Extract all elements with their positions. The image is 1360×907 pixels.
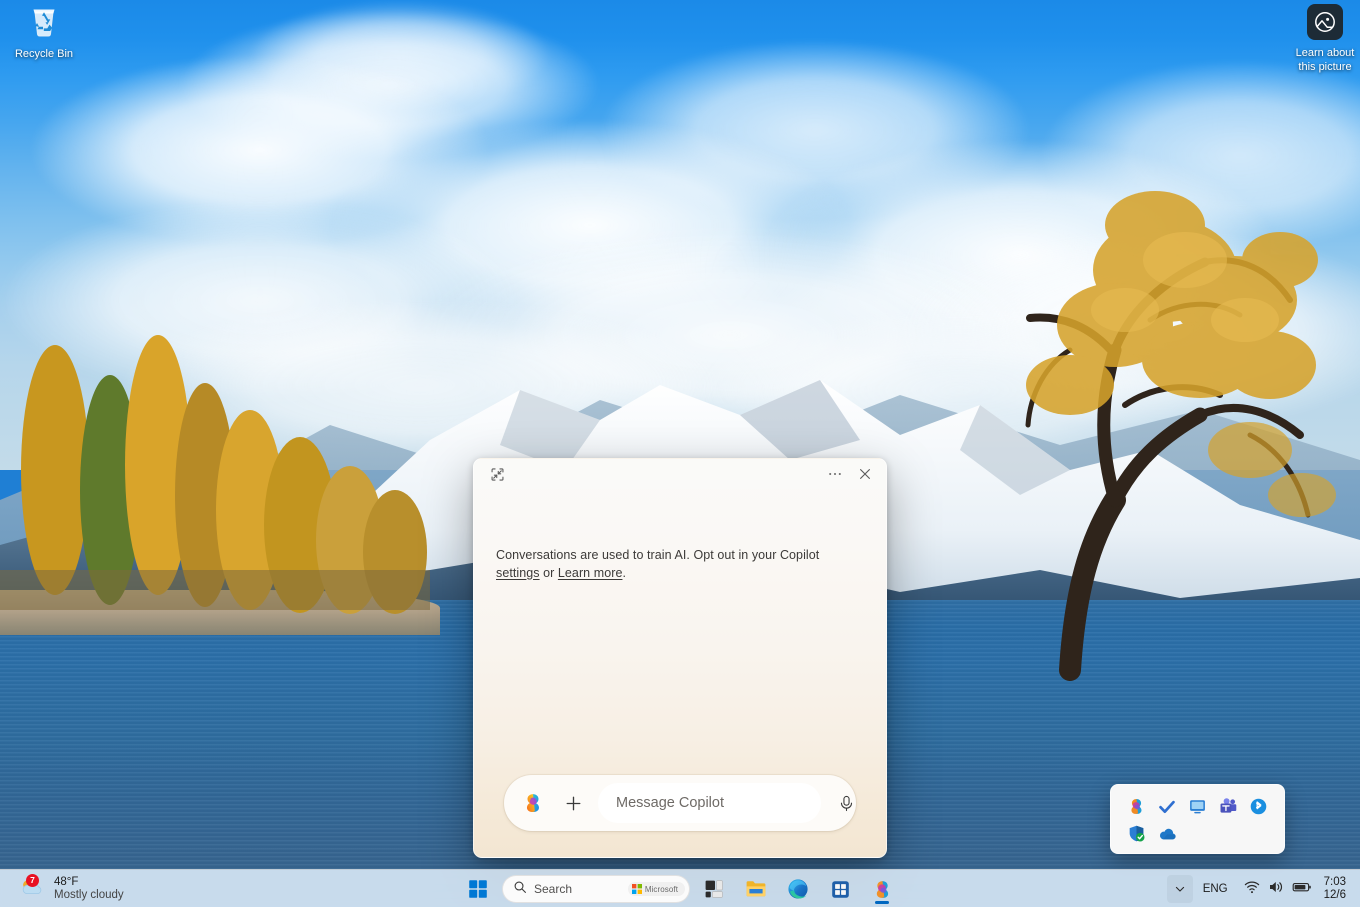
disclaimer-text-after: . (622, 566, 626, 580)
windows-security-tray-icon[interactable] (1124, 822, 1148, 846)
message-copilot-input[interactable] (598, 783, 821, 823)
desktop[interactable]: Recycle Bin Learn about this picture (0, 0, 1360, 907)
checkmark-tray-icon[interactable] (1155, 795, 1179, 819)
close-icon[interactable] (850, 462, 880, 486)
system-tray: ENG (1167, 870, 1354, 907)
search-input[interactable]: Search Microsoft (502, 875, 690, 903)
start-button[interactable] (460, 873, 496, 905)
microsoft-edge-button[interactable] (780, 873, 816, 905)
microphone-icon[interactable] (831, 788, 861, 818)
microsoft-teams-tray-icon[interactable] (1216, 795, 1240, 819)
taskbar-center-cluster: Search Microsoft (0, 870, 1360, 907)
search-placeholder: Search (534, 882, 621, 896)
copilot-titlebar[interactable] (474, 459, 886, 489)
tray-status-cluster[interactable] (1238, 875, 1318, 903)
chevron-up-icon (1174, 883, 1186, 895)
copilot-settings-link[interactable]: settings (496, 566, 540, 580)
desktop-icon-recycle-bin[interactable]: Recycle Bin (0, 4, 88, 61)
picture-info-icon (1307, 4, 1343, 40)
task-view-button[interactable] (696, 873, 732, 905)
split-view-icon[interactable] (482, 462, 512, 486)
show-hidden-icons-button[interactable] (1167, 875, 1193, 903)
copilot-conversation-area: Conversations are used to train AI. Opt … (474, 489, 886, 775)
microsoft-logo-icon (632, 884, 642, 894)
wallpaper-trees-left (0, 320, 430, 620)
language-label: ENG (1203, 883, 1228, 895)
recycle-bin-icon (0, 4, 88, 42)
learn-more-link[interactable]: Learn more (558, 566, 623, 580)
disclaimer-text-middle: or (540, 566, 558, 580)
microsoft-store-button[interactable] (822, 873, 858, 905)
language-indicator[interactable]: ENG (1195, 875, 1236, 903)
clock[interactable]: 7:03 12/6 (1320, 876, 1354, 902)
microsoft-badge[interactable]: Microsoft (628, 882, 685, 896)
training-disclaimer: Conversations are used to train AI. Opt … (496, 547, 864, 582)
clock-time: 7:03 (1324, 876, 1346, 889)
onedrive-tray-icon[interactable] (1155, 822, 1179, 846)
hidden-icons-flyout[interactable] (1110, 784, 1285, 854)
bluetooth-tray-icon[interactable] (1247, 795, 1271, 819)
copilot-composer[interactable] (504, 775, 856, 831)
remote-desktop-tray-icon[interactable] (1185, 795, 1209, 819)
ellipsis-icon[interactable] (820, 462, 850, 486)
wallpaper-lone-tree (950, 150, 1360, 690)
volume-icon[interactable] (1268, 879, 1284, 900)
copilot-window[interactable]: Conversations are used to train AI. Opt … (473, 458, 887, 858)
battery-icon[interactable] (1292, 880, 1312, 899)
desktop-icon-label-line1: Learn about (1296, 47, 1355, 59)
clock-date: 12/6 (1324, 889, 1346, 902)
disclaimer-text-before: Conversations are used to train AI. Opt … (496, 548, 819, 562)
plus-icon[interactable] (558, 788, 588, 818)
copilot-tray-icon[interactable] (1124, 795, 1148, 819)
copilot-composer-region (474, 775, 886, 857)
copilot-logo-icon[interactable] (518, 788, 548, 818)
taskbar[interactable]: 7 48°F Mostly cloudy (0, 869, 1360, 907)
copilot-taskbar-button[interactable] (864, 873, 900, 905)
desktop-icon-label: Recycle Bin (15, 48, 73, 60)
microsoft-badge-text: Microsoft (645, 885, 678, 894)
file-explorer-button[interactable] (738, 873, 774, 905)
desktop-icon-learn-about-this-picture[interactable]: Learn about this picture (1281, 4, 1360, 74)
desktop-icon-label-line2: this picture (1298, 61, 1351, 73)
search-icon (513, 880, 527, 899)
wifi-icon[interactable] (1244, 879, 1260, 900)
